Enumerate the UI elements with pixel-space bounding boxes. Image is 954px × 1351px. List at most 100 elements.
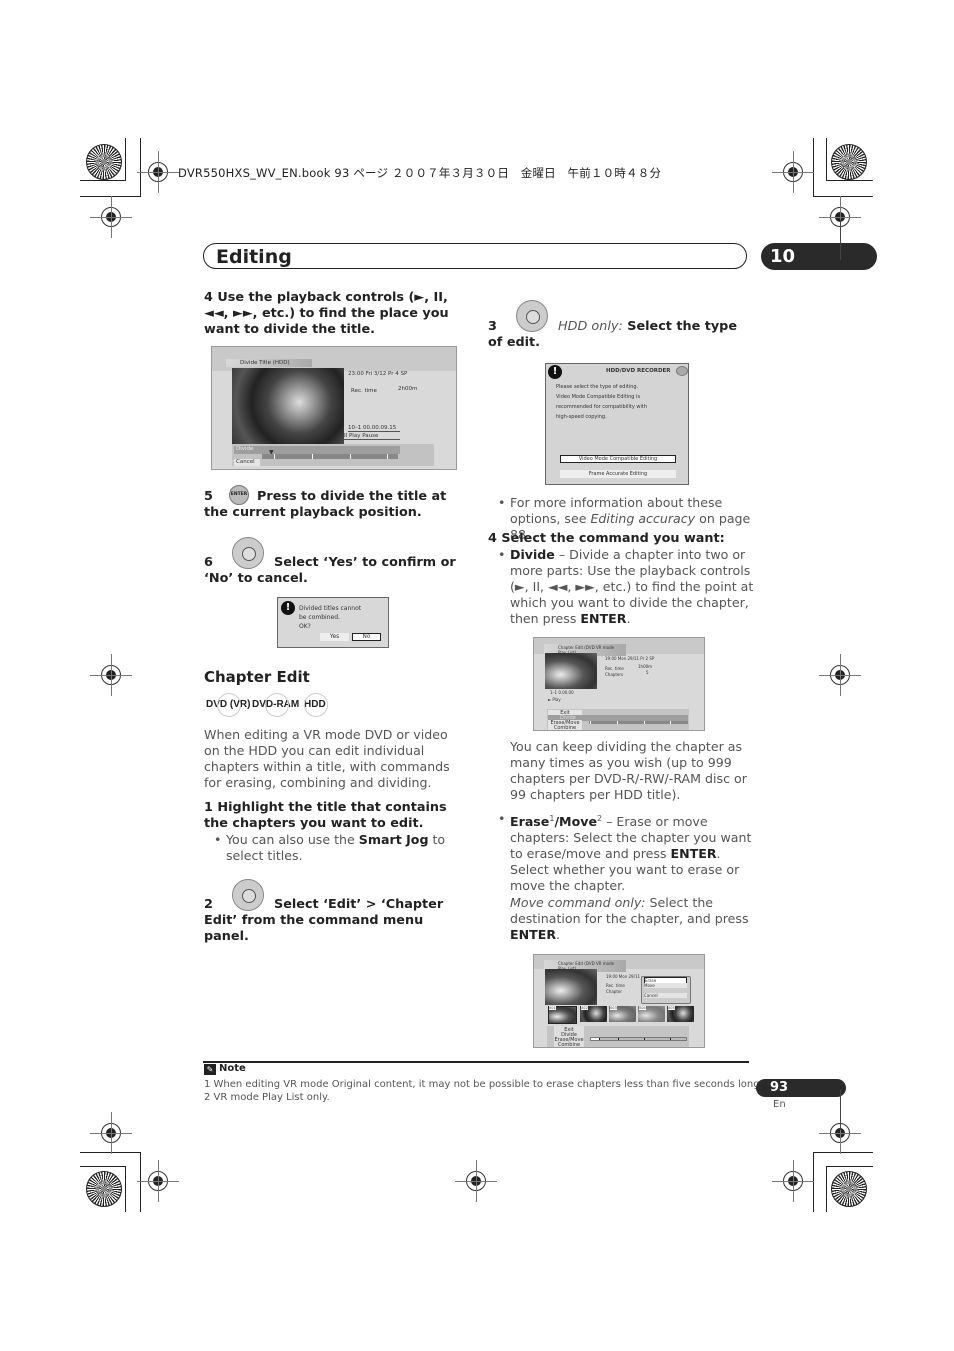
step-4-divide-title: 4 Use the playback controls (►, II, ◄◄, …	[204, 290, 449, 337]
smart-jog-term: Smart Jog	[358, 832, 429, 847]
divide-title-screenshot: Divide Title (HDD) 23:00 Fri 3/12 Pr 4 S…	[211, 346, 457, 470]
rec-time-label: Rec. time	[606, 983, 625, 988]
crop-line	[813, 1152, 873, 1153]
chapters-value: 5	[646, 670, 649, 675]
rec-time-label: Rec. time	[351, 388, 377, 394]
rec-time-value: 2h00m	[398, 386, 418, 392]
warning-icon: !	[281, 601, 295, 615]
thumbnail-label: 005	[668, 1006, 675, 1010]
recording-info: 19:00 Mon 29/11 Pr 2 SP	[605, 656, 655, 661]
warning-icon: !	[548, 365, 562, 379]
hdd-only-qualifier: HDD only:	[558, 319, 623, 334]
registration-mark	[137, 151, 179, 193]
chapter-number-tab: 10	[761, 243, 877, 270]
popup-item-move[interactable]: Move	[644, 983, 687, 988]
option-frame-accurate[interactable]: Frame Accurate Editing	[560, 470, 676, 478]
crop-line	[826, 1166, 827, 1212]
disc-icon	[676, 366, 688, 376]
chapter-edit-screenshot-1: Chapter Edit (DVD VR mode Play List) 19:…	[533, 637, 705, 731]
playback-status: ► Play	[548, 697, 561, 702]
registration-mark	[772, 151, 814, 193]
playback-status: II Play Pause	[344, 433, 400, 440]
menu-item-cancel[interactable]: Cancel	[234, 459, 260, 466]
recording-info: 23:00 Fri 3/12 Pr 4 SP	[348, 371, 408, 377]
page-number: 93	[770, 1080, 789, 1095]
registration-mark	[90, 654, 132, 696]
chapter-timeline	[589, 721, 688, 724]
chapter-edit-heading: Chapter Edit	[204, 668, 310, 686]
rec-time-value: 1h00m	[638, 664, 653, 669]
chapter-edit-screenshot-2: Chapter Edit (DVD VR mode Play List) 19:…	[533, 954, 705, 1048]
menu-item-combine[interactable]: Combine	[548, 725, 582, 730]
playback-position: 1–1 0.00.00	[550, 690, 574, 695]
page-language: En	[773, 1099, 786, 1110]
dialog-message-line: OK?	[299, 623, 311, 630]
step-4-select-command: 4 Select the command you want:	[488, 531, 725, 546]
step-1-bullet: You can also use the Smart Jog to select…	[214, 832, 468, 864]
chapter-number: 10	[770, 246, 796, 267]
chapter-timeline	[262, 454, 398, 459]
crop-line	[826, 1166, 873, 1167]
erase-move-bullet: Erase1/Move2 – Erase or move chapters: S…	[498, 811, 754, 894]
step-2-text: Select ‘Edit’ > ‘Chapter Edit’ from the …	[204, 897, 444, 944]
footnote-1: 1 When editing VR mode Original content,…	[204, 1079, 763, 1090]
registration-mark	[137, 1160, 179, 1202]
crop-line	[80, 1152, 140, 1153]
rec-time-label: Rec. time	[605, 666, 624, 671]
badge-dvd-vr: DVD (VR)	[206, 693, 251, 717]
step-6-text: Select ‘Yes’ to confirm or ‘No’ to cance…	[204, 555, 456, 586]
divide-bullet: Divide – Divide a chapter into two or mo…	[498, 547, 754, 627]
footnote-2: 2 VR mode Play List only.	[204, 1092, 330, 1103]
registration-mark	[90, 1112, 132, 1154]
registration-mark	[772, 1160, 814, 1202]
edit-type-dialog-screenshot: ! HDD/DVD RECORDER Please select the typ…	[545, 363, 689, 485]
registration-starburst-bottom-left	[86, 1171, 122, 1207]
registration-starburst-bottom-right	[831, 1171, 867, 1207]
no-button[interactable]: No	[352, 633, 381, 641]
crop-line	[80, 180, 126, 181]
step-3-text: HDD only: Select the type of edit.	[488, 319, 738, 350]
dialog-message-line: Please select the type of editing.	[556, 384, 639, 390]
menu-item-divide[interactable]: Divide	[234, 446, 400, 454]
thumbnail-label: 003	[610, 1006, 617, 1010]
crop-line	[80, 196, 140, 197]
step-5-text: Press to divide the title at the current…	[204, 489, 447, 520]
crop-line	[140, 1152, 141, 1212]
chapter-timeline	[590, 1037, 687, 1041]
popup-item-cancel[interactable]: Cancel	[644, 993, 687, 998]
chapter-edit-intro: When editing a VR mode DVD or video on t…	[204, 727, 450, 790]
print-header: DVR550HXS_WV_EN.book 93 ページ ２００７年３月３０日 金…	[178, 166, 662, 180]
screen-title: Divide Title (HDD)	[226, 359, 312, 367]
menu-item-combine[interactable]: Combine	[554, 1042, 584, 1047]
section-title: Editing	[216, 246, 292, 268]
crop-line	[125, 1166, 126, 1212]
crop-line	[813, 1152, 814, 1212]
dialog-message-line: high-speed copying.	[556, 414, 607, 420]
option-video-mode-compatible[interactable]: Video Mode Compatible Editing	[560, 455, 676, 463]
tab-line	[840, 220, 841, 260]
dialog-title: HDD/DVD RECORDER	[606, 368, 671, 374]
registration-starburst-top-left	[86, 144, 122, 180]
registration-mark	[455, 1160, 497, 1202]
playback-position: 10–1 00.00.09.15	[348, 425, 400, 432]
crop-line	[826, 138, 827, 181]
note-divider	[203, 1061, 749, 1063]
crop-line	[813, 196, 873, 197]
video-frame	[545, 969, 597, 1005]
registration-starburst-top-right	[831, 144, 867, 180]
screen-title-bar: Chapter Edit (DVD VR mode Play List)	[534, 955, 704, 972]
crop-line	[140, 138, 141, 197]
video-frame	[232, 368, 344, 444]
move-command-note: Move command only: Select the destinatio…	[510, 895, 749, 942]
video-frame	[545, 653, 597, 689]
badge-dvd-ram: DVD-RAM	[252, 693, 300, 717]
yes-button[interactable]: Yes	[320, 633, 349, 641]
section-title-bar: Editing	[203, 243, 747, 269]
chapters-label: Chapters	[605, 672, 624, 677]
thumbnail-label: 001	[549, 1006, 556, 1010]
note-heading: Note	[219, 1063, 246, 1074]
editing-accuracy-link[interactable]: Editing accuracy	[590, 511, 695, 526]
dialog-message-line: be combined.	[299, 614, 340, 621]
dialog-message-line: Video Mode Compatible Editing is	[556, 394, 641, 400]
tab-line	[840, 1090, 841, 1130]
